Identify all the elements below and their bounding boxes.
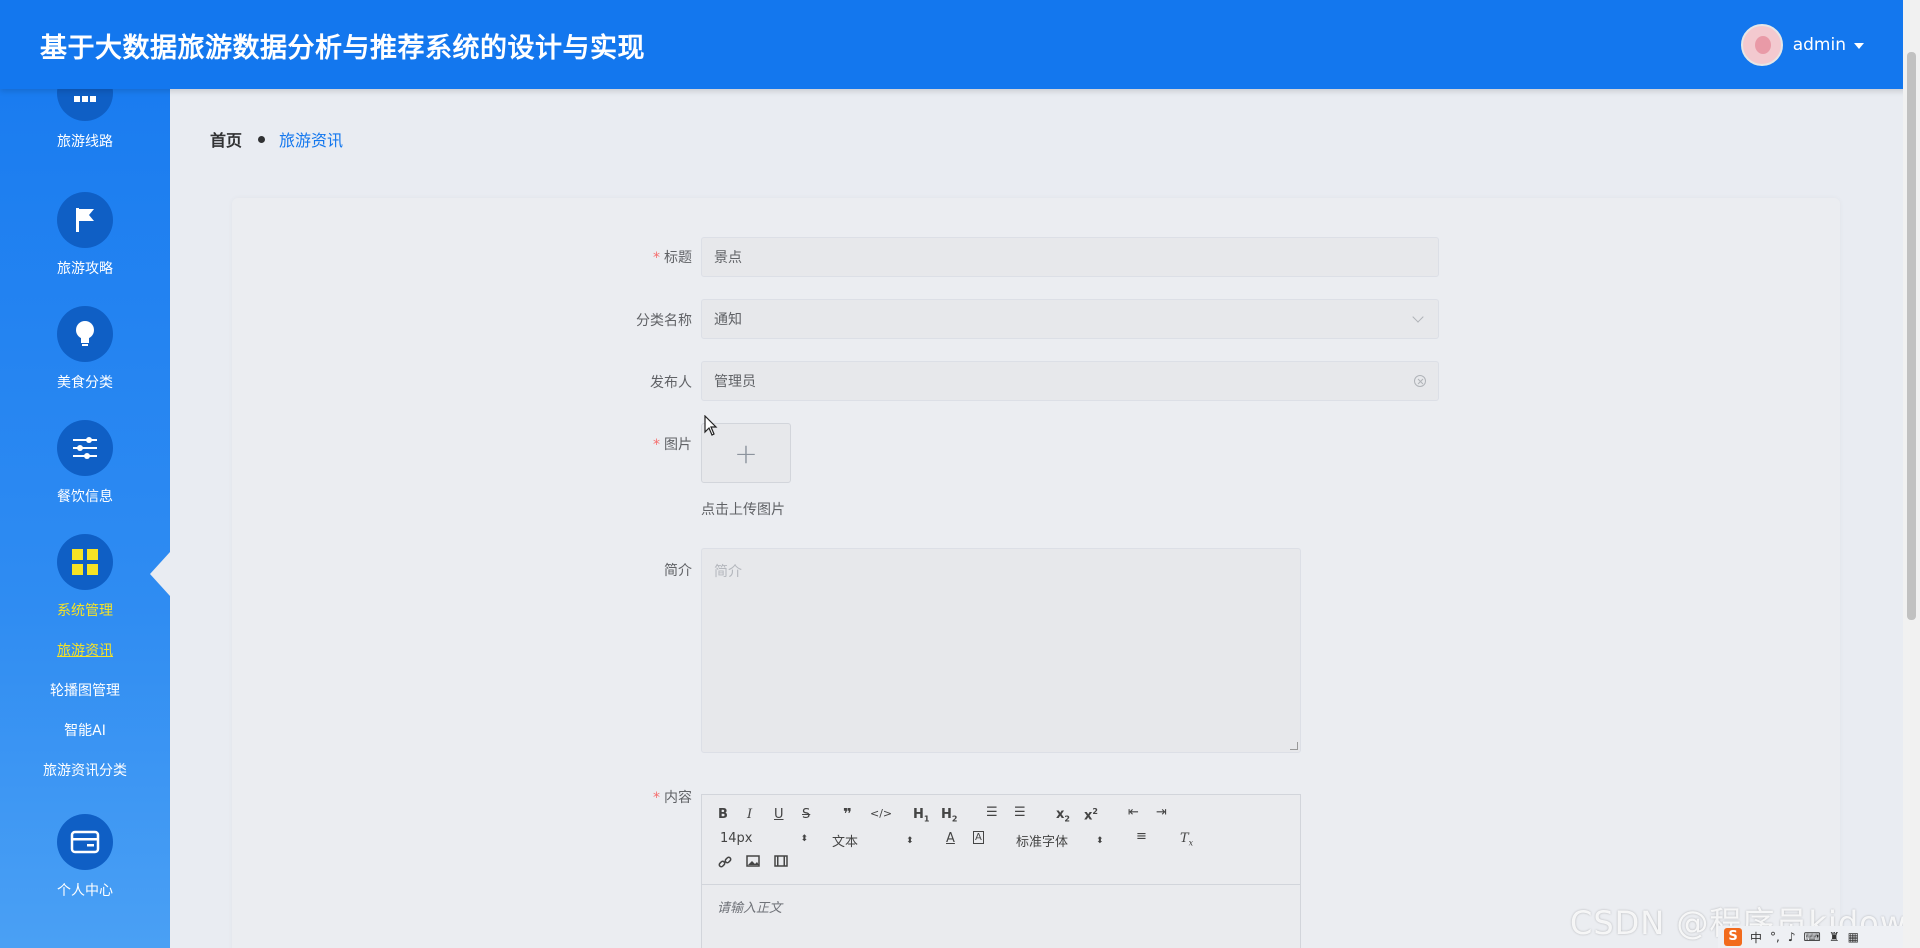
sidebar-item-dining-info[interactable]: 餐饮信息 xyxy=(0,420,170,506)
clear-icon[interactable] xyxy=(1414,375,1426,387)
code-block-icon[interactable]: </> xyxy=(870,807,892,820)
outdent-icon[interactable]: ⇤ xyxy=(1128,805,1139,820)
strikethrough-icon[interactable]: S xyxy=(802,807,810,822)
publisher-input[interactable]: 管理员 xyxy=(701,361,1439,401)
ordered-list-icon[interactable]: ☰ xyxy=(986,805,998,820)
breadcrumb-home[interactable]: 首页 xyxy=(210,127,242,151)
plus-icon: + xyxy=(734,436,758,470)
flag-icon xyxy=(57,192,113,248)
sidebar-item-personal-center[interactable]: 个人中心 xyxy=(0,814,170,900)
subscript-icon[interactable]: x2 xyxy=(1056,807,1070,824)
caret-down-icon[interactable] xyxy=(1854,43,1864,49)
sidebar-subitem-smart-ai[interactable]: 智能AI xyxy=(0,720,170,740)
shirt-icon[interactable]: ♜ xyxy=(1829,930,1840,944)
link-icon[interactable] xyxy=(718,855,732,873)
sidebar-subitem-news-categories[interactable]: 旅游资讯分类 xyxy=(0,760,170,780)
editor-placeholder: 请输入正文 xyxy=(717,901,783,916)
background-color-icon[interactable]: A xyxy=(973,831,984,844)
italic-icon[interactable]: I xyxy=(747,807,752,822)
intro-textarea[interactable]: 简介 xyxy=(701,548,1301,753)
font-family-select[interactable]: 标准字体 ⬍ xyxy=(1016,831,1104,850)
image-label: * 图片 xyxy=(653,437,692,453)
clear-format-icon[interactable]: Tx xyxy=(1180,831,1193,848)
align-icon[interactable]: ≡ xyxy=(1136,829,1147,844)
page-scrollbar[interactable] xyxy=(1903,0,1920,948)
card-icon xyxy=(57,814,113,870)
category-label: 分类名称 xyxy=(636,313,692,329)
username[interactable]: admin xyxy=(1793,35,1846,55)
rich-text-editor[interactable]: B I U S ❞ </> H1 H2 ☰ ☰ x2 x2 ⇤ ⇥ 14px ⬍ … xyxy=(701,794,1301,948)
superscript-icon[interactable]: x2 xyxy=(1084,807,1098,823)
underline-icon[interactable]: U xyxy=(774,807,784,822)
bullet-list-icon[interactable]: ☰ xyxy=(1014,805,1026,820)
sidebar-item-system-management[interactable]: 系统管理 xyxy=(0,534,170,620)
microphone-icon[interactable]: ♪ xyxy=(1788,930,1796,944)
category-select[interactable]: 通知 xyxy=(701,299,1439,339)
resize-handle[interactable] xyxy=(1290,742,1298,750)
intro-placeholder: 简介 xyxy=(714,564,742,580)
sidebar-item-travel-guides[interactable]: 旅游攻略 xyxy=(0,192,170,278)
publisher-label: 发布人 xyxy=(650,375,692,391)
input-method-icon[interactable]: S xyxy=(1724,928,1742,946)
indent-icon[interactable]: ⇥ xyxy=(1156,805,1167,820)
breadcrumb-current: 旅游资讯 xyxy=(279,131,344,150)
heading2-icon[interactable]: H2 xyxy=(941,807,957,824)
image-icon[interactable] xyxy=(746,855,760,871)
sliders-icon xyxy=(57,420,113,476)
heading1-icon[interactable]: H1 xyxy=(913,807,929,824)
font-color-icon[interactable]: A xyxy=(946,831,955,846)
required-mark: * xyxy=(653,790,660,806)
title-input[interactable]: 景点 xyxy=(701,237,1439,277)
editor-toolbar: B I U S ❞ </> H1 H2 ☰ ☰ x2 x2 ⇤ ⇥ 14px ⬍ … xyxy=(702,795,1300,885)
sidebar-subitem-carousel[interactable]: 轮播图管理 xyxy=(0,680,170,700)
chevron-down-icon xyxy=(1412,311,1424,323)
video-icon[interactable] xyxy=(774,855,788,871)
punctuation-icon[interactable]: °, xyxy=(1770,930,1780,944)
active-indicator xyxy=(150,552,170,596)
required-mark: * xyxy=(653,250,660,266)
breadcrumb-separator xyxy=(258,135,266,143)
apps-icon[interactable]: ▦ xyxy=(1848,930,1859,944)
content-label: * 内容 xyxy=(653,790,692,806)
heading-select[interactable]: 文本 ⬍ xyxy=(832,831,914,850)
grid-dots-icon xyxy=(57,89,113,121)
system-tray: S 中 °, ♪ ⌨ ♜ ▦ xyxy=(1718,926,1920,948)
required-mark: * xyxy=(653,437,660,453)
scrollbar-thumb[interactable] xyxy=(1907,52,1916,620)
apps-grid-icon xyxy=(57,534,113,590)
sidebar-subitem-travel-news[interactable]: 旅游资讯 xyxy=(0,640,170,660)
title-label: * 标题 xyxy=(653,250,692,266)
lightbulb-icon xyxy=(57,306,113,362)
sidebar: 旅游线路 旅游攻略 美食分类 餐饮信息 系统管理 旅游资讯 轮播图管理 智能AI… xyxy=(0,89,170,948)
user-menu[interactable]: admin xyxy=(1740,24,1864,66)
keyboard-icon[interactable]: ⌨ xyxy=(1804,930,1821,944)
app-title: 基于大数据旅游数据分析与推荐系统的设计与实现 xyxy=(40,33,645,64)
avatar[interactable] xyxy=(1740,24,1783,66)
top-navbar: 基于大数据旅游数据分析与推荐系统的设计与实现 admin xyxy=(0,0,1920,89)
blockquote-icon[interactable]: ❞ xyxy=(843,805,852,823)
bold-icon[interactable]: B xyxy=(718,807,728,822)
font-size-select[interactable]: 14px ⬍ xyxy=(720,831,808,846)
intro-label: 简介 xyxy=(664,563,692,579)
breadcrumb: 首页 旅游资讯 xyxy=(210,127,343,151)
sidebar-item-food-categories[interactable]: 美食分类 xyxy=(0,306,170,392)
upload-tip: 点击上传图片 xyxy=(701,502,785,518)
sidebar-item-travel-routes[interactable]: 旅游线路 xyxy=(0,89,170,151)
language-icon[interactable]: 中 xyxy=(1750,929,1762,946)
